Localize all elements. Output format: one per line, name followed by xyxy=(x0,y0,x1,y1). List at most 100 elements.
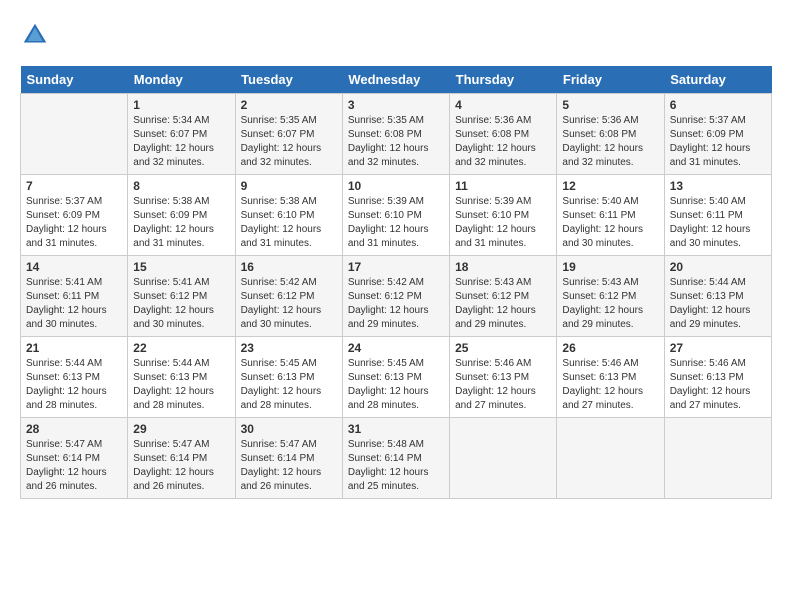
week-row-1: 7Sunrise: 5:37 AM Sunset: 6:09 PM Daylig… xyxy=(21,175,772,256)
logo-icon xyxy=(20,20,50,50)
calendar-cell: 5 Sunrise: 5:36 AM Sunset: 6:08 PM Daylig… xyxy=(557,94,664,175)
day-number: 31 xyxy=(348,422,444,436)
logo xyxy=(20,20,54,50)
cell-info: Sunrise: 5:46 AM Sunset: 6:13 PM Dayligh… xyxy=(562,357,658,413)
calendar-cell: 4 Sunrise: 5:36 AM Sunset: 6:08 PM Daylig… xyxy=(450,94,557,175)
day-number: 4 xyxy=(455,98,551,112)
day-number: 30 xyxy=(241,422,337,436)
day-number: 17 xyxy=(348,260,444,274)
calendar-cell: 21 Sunrise: 5:44 AM Sunset: 6:13 PM Dayli… xyxy=(21,337,128,418)
header-cell-sunday: Sunday xyxy=(21,66,128,94)
calendar-cell: 6Sunrise: 5:37 AM Sunset: 6:09 PM Daylig… xyxy=(664,94,771,175)
header xyxy=(20,20,772,50)
cell-info: Sunrise: 5:38 AM Sunset: 6:09 PM Dayligh… xyxy=(133,195,229,251)
calendar-cell: 9 Sunrise: 5:38 AM Sunset: 6:10 PM Daylig… xyxy=(235,175,342,256)
calendar-cell: 16 Sunrise: 5:42 AM Sunset: 6:12 PM Dayli… xyxy=(235,256,342,337)
cell-info: Sunrise: 5:47 AM Sunset: 6:14 PM Dayligh… xyxy=(26,438,122,494)
cell-info: Sunrise: 5:47 AM Sunset: 6:14 PM Dayligh… xyxy=(241,438,337,494)
cell-info: Sunrise: 5:43 AM Sunset: 6:12 PM Dayligh… xyxy=(562,276,658,332)
calendar-cell: 15 Sunrise: 5:41 AM Sunset: 6:12 PM Dayli… xyxy=(128,256,235,337)
cell-info: Sunrise: 5:41 AM Sunset: 6:12 PM Dayligh… xyxy=(133,276,229,332)
calendar-cell xyxy=(450,418,557,499)
day-number: 8 xyxy=(133,179,229,193)
day-number: 5 xyxy=(562,98,658,112)
day-number: 15 xyxy=(133,260,229,274)
cell-info: Sunrise: 5:44 AM Sunset: 6:13 PM Dayligh… xyxy=(133,357,229,413)
cell-info: Sunrise: 5:39 AM Sunset: 6:10 PM Dayligh… xyxy=(455,195,551,251)
calendar-cell: 17 Sunrise: 5:42 AM Sunset: 6:12 PM Dayli… xyxy=(342,256,449,337)
cell-info: Sunrise: 5:44 AM Sunset: 6:13 PM Dayligh… xyxy=(26,357,122,413)
cell-info: Sunrise: 5:34 AM Sunset: 6:07 PM Dayligh… xyxy=(133,114,229,170)
cell-info: Sunrise: 5:48 AM Sunset: 6:14 PM Dayligh… xyxy=(348,438,444,494)
header-row: SundayMondayTuesdayWednesdayThursdayFrid… xyxy=(21,66,772,94)
cell-info: Sunrise: 5:37 AM Sunset: 6:09 PM Dayligh… xyxy=(670,114,766,170)
day-number: 24 xyxy=(348,341,444,355)
cell-info: Sunrise: 5:38 AM Sunset: 6:10 PM Dayligh… xyxy=(241,195,337,251)
day-number: 13 xyxy=(670,179,766,193)
calendar-cell: 28Sunrise: 5:47 AM Sunset: 6:14 PM Dayli… xyxy=(21,418,128,499)
calendar-cell: 23 Sunrise: 5:45 AM Sunset: 6:13 PM Dayli… xyxy=(235,337,342,418)
cell-info: Sunrise: 5:36 AM Sunset: 6:08 PM Dayligh… xyxy=(455,114,551,170)
week-row-0: 1 Sunrise: 5:34 AM Sunset: 6:07 PM Daylig… xyxy=(21,94,772,175)
cell-info: Sunrise: 5:35 AM Sunset: 6:07 PM Dayligh… xyxy=(241,114,337,170)
header-cell-tuesday: Tuesday xyxy=(235,66,342,94)
day-number: 18 xyxy=(455,260,551,274)
header-cell-saturday: Saturday xyxy=(664,66,771,94)
header-cell-monday: Monday xyxy=(128,66,235,94)
day-number: 9 xyxy=(241,179,337,193)
cell-info: Sunrise: 5:36 AM Sunset: 6:08 PM Dayligh… xyxy=(562,114,658,170)
calendar-cell: 8 Sunrise: 5:38 AM Sunset: 6:09 PM Daylig… xyxy=(128,175,235,256)
day-number: 14 xyxy=(26,260,122,274)
day-number: 23 xyxy=(241,341,337,355)
calendar-cell: 7Sunrise: 5:37 AM Sunset: 6:09 PM Daylig… xyxy=(21,175,128,256)
cell-info: Sunrise: 5:40 AM Sunset: 6:11 PM Dayligh… xyxy=(670,195,766,251)
cell-info: Sunrise: 5:45 AM Sunset: 6:13 PM Dayligh… xyxy=(348,357,444,413)
day-number: 16 xyxy=(241,260,337,274)
cell-info: Sunrise: 5:39 AM Sunset: 6:10 PM Dayligh… xyxy=(348,195,444,251)
cell-info: Sunrise: 5:45 AM Sunset: 6:13 PM Dayligh… xyxy=(241,357,337,413)
calendar-cell: 1 Sunrise: 5:34 AM Sunset: 6:07 PM Daylig… xyxy=(128,94,235,175)
calendar-cell: 24 Sunrise: 5:45 AM Sunset: 6:13 PM Dayli… xyxy=(342,337,449,418)
cell-info: Sunrise: 5:35 AM Sunset: 6:08 PM Dayligh… xyxy=(348,114,444,170)
day-number: 21 xyxy=(26,341,122,355)
header-cell-friday: Friday xyxy=(557,66,664,94)
calendar-cell: 3Sunrise: 5:35 AM Sunset: 6:08 PM Daylig… xyxy=(342,94,449,175)
day-number: 1 xyxy=(133,98,229,112)
cell-info: Sunrise: 5:44 AM Sunset: 6:13 PM Dayligh… xyxy=(670,276,766,332)
calendar-cell: 12 Sunrise: 5:40 AM Sunset: 6:11 PM Dayli… xyxy=(557,175,664,256)
day-number: 19 xyxy=(562,260,658,274)
calendar-cell: 14Sunrise: 5:41 AM Sunset: 6:11 PM Dayli… xyxy=(21,256,128,337)
day-number: 20 xyxy=(670,260,766,274)
calendar-cell: 27Sunrise: 5:46 AM Sunset: 6:13 PM Dayli… xyxy=(664,337,771,418)
calendar-cell: 20 Sunrise: 5:44 AM Sunset: 6:13 PM Dayli… xyxy=(664,256,771,337)
calendar-cell: 19 Sunrise: 5:43 AM Sunset: 6:12 PM Dayli… xyxy=(557,256,664,337)
calendar-cell: 29Sunrise: 5:47 AM Sunset: 6:14 PM Dayli… xyxy=(128,418,235,499)
header-cell-wednesday: Wednesday xyxy=(342,66,449,94)
header-cell-thursday: Thursday xyxy=(450,66,557,94)
day-number: 25 xyxy=(455,341,551,355)
week-row-4: 28Sunrise: 5:47 AM Sunset: 6:14 PM Dayli… xyxy=(21,418,772,499)
cell-info: Sunrise: 5:42 AM Sunset: 6:12 PM Dayligh… xyxy=(241,276,337,332)
calendar-cell: 10 Sunrise: 5:39 AM Sunset: 6:10 PM Dayli… xyxy=(342,175,449,256)
calendar-table: SundayMondayTuesdayWednesdayThursdayFrid… xyxy=(20,66,772,499)
calendar-cell: 11Sunrise: 5:39 AM Sunset: 6:10 PM Dayli… xyxy=(450,175,557,256)
calendar-cell: 18 Sunrise: 5:43 AM Sunset: 6:12 PM Dayli… xyxy=(450,256,557,337)
day-number: 10 xyxy=(348,179,444,193)
day-number: 26 xyxy=(562,341,658,355)
calendar-cell: 13 Sunrise: 5:40 AM Sunset: 6:11 PM Dayli… xyxy=(664,175,771,256)
cell-info: Sunrise: 5:46 AM Sunset: 6:13 PM Dayligh… xyxy=(455,357,551,413)
cell-info: Sunrise: 5:42 AM Sunset: 6:12 PM Dayligh… xyxy=(348,276,444,332)
calendar-cell: 22Sunrise: 5:44 AM Sunset: 6:13 PM Dayli… xyxy=(128,337,235,418)
calendar-cell: 25 Sunrise: 5:46 AM Sunset: 6:13 PM Dayli… xyxy=(450,337,557,418)
cell-info: Sunrise: 5:40 AM Sunset: 6:11 PM Dayligh… xyxy=(562,195,658,251)
day-number: 29 xyxy=(133,422,229,436)
week-row-3: 21 Sunrise: 5:44 AM Sunset: 6:13 PM Dayli… xyxy=(21,337,772,418)
day-number: 2 xyxy=(241,98,337,112)
calendar-cell: 26 Sunrise: 5:46 AM Sunset: 6:13 PM Dayli… xyxy=(557,337,664,418)
page: SundayMondayTuesdayWednesdayThursdayFrid… xyxy=(0,0,792,612)
day-number: 7 xyxy=(26,179,122,193)
day-number: 12 xyxy=(562,179,658,193)
day-number: 27 xyxy=(670,341,766,355)
week-row-2: 14Sunrise: 5:41 AM Sunset: 6:11 PM Dayli… xyxy=(21,256,772,337)
cell-info: Sunrise: 5:43 AM Sunset: 6:12 PM Dayligh… xyxy=(455,276,551,332)
